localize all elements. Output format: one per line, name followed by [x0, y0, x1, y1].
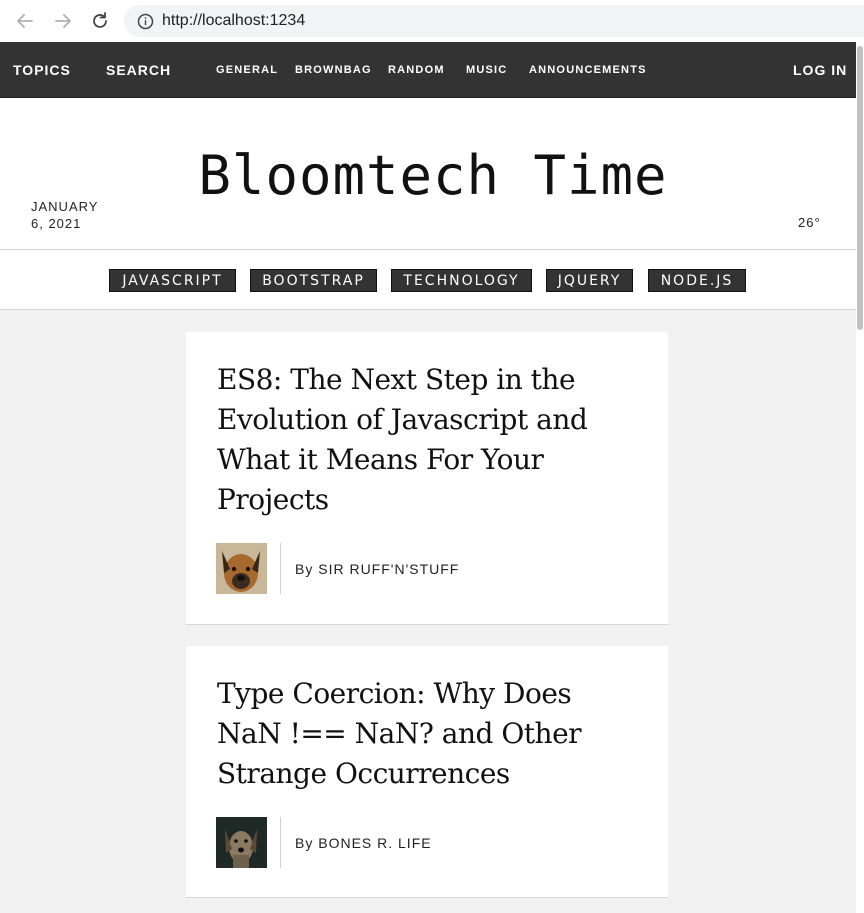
url-text[interactable]: http://localhost:1234	[162, 12, 305, 30]
article-author: By BONES R. LIFE	[216, 817, 432, 868]
page-viewport: TOPICS SEARCH GENERAL BROWNBAG RANDOM MU…	[0, 42, 864, 913]
arrow-right-icon	[55, 14, 71, 28]
scrollbar-thumb[interactable]	[857, 46, 863, 330]
login-link[interactable]: LOG IN	[793, 42, 847, 98]
nav-general[interactable]: GENERAL	[216, 42, 278, 98]
reload-button[interactable]	[87, 8, 113, 34]
nav-random[interactable]: RANDOM	[388, 42, 445, 98]
article-card[interactable]: ES8: The Next Step in the Evolution of J…	[186, 332, 668, 625]
info-icon[interactable]	[136, 12, 154, 30]
site-title: Bloomtech Time	[198, 144, 668, 207]
tag-javascript[interactable]: JAVASCRIPT	[109, 269, 236, 292]
address-bar[interactable]: http://localhost:1234	[124, 5, 864, 37]
tag-nodejs[interactable]: NODE.JS	[648, 269, 746, 292]
reload-icon	[93, 12, 107, 28]
article-author: By SIR RUFF'N'STUFF	[216, 543, 459, 594]
article-card[interactable]: Type Coercion: Why Does NaN !== NaN? and…	[186, 646, 668, 898]
masthead: JANUARY 6, 2021 Bloomtech Time 26°	[0, 98, 856, 250]
tag-bar: JAVASCRIPT BOOTSTRAP TECHNOLOGY JQUERY N…	[0, 250, 856, 310]
author-byline: By SIR RUFF'N'STUFF	[295, 560, 460, 577]
author-divider	[280, 817, 281, 868]
tag-bootstrap[interactable]: BOOTSTRAP	[250, 269, 377, 292]
scrollbar[interactable]	[856, 42, 864, 913]
top-nav-bar: TOPICS SEARCH GENERAL BROWNBAG RANDOM MU…	[0, 42, 856, 98]
author-avatar	[216, 817, 267, 868]
back-button[interactable]	[12, 8, 38, 34]
author-divider	[280, 543, 281, 594]
forward-button[interactable]	[50, 8, 76, 34]
topics-link[interactable]: TOPICS	[13, 42, 71, 98]
author-avatar	[216, 543, 267, 594]
nav-music[interactable]: MUSIC	[466, 42, 507, 98]
search-link[interactable]: SEARCH	[106, 42, 171, 98]
article-headline[interactable]: Type Coercion: Why Does NaN !== NaN? and…	[217, 674, 637, 794]
masthead-temperature: 26°	[798, 215, 821, 230]
nav-announcements[interactable]: ANNOUNCEMENTS	[529, 42, 647, 98]
browser-chrome: http://localhost:1234	[0, 0, 864, 42]
article-headline[interactable]: ES8: The Next Step in the Evolution of J…	[217, 360, 637, 520]
nav-brownbag[interactable]: BROWNBAG	[295, 42, 372, 98]
arrow-left-icon	[17, 14, 33, 28]
tag-jquery[interactable]: JQUERY	[546, 269, 633, 292]
tag-technology[interactable]: TECHNOLOGY	[391, 269, 532, 292]
author-byline: By BONES R. LIFE	[295, 834, 432, 851]
